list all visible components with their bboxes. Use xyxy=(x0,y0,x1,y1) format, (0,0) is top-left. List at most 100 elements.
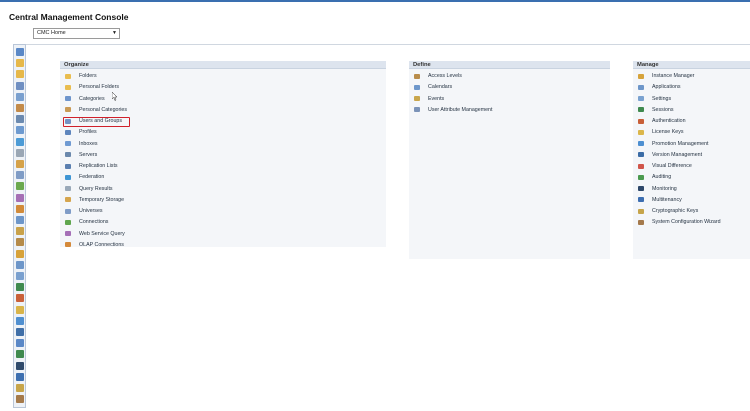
events-icon xyxy=(414,96,420,101)
link-auditing[interactable]: Auditing xyxy=(638,173,671,181)
link-authentication[interactable]: Authentication xyxy=(638,117,686,125)
link-label: Profiles xyxy=(79,129,97,136)
link-multitenancy[interactable]: Multitenancy xyxy=(638,196,682,204)
calendars-icon xyxy=(414,84,420,90)
key-icon[interactable] xyxy=(16,305,24,314)
version-icon[interactable] xyxy=(16,328,24,336)
link-label: Connections xyxy=(79,219,109,226)
olap-connections-icon xyxy=(65,242,71,248)
link-servers[interactable]: Servers xyxy=(65,151,97,159)
link-profiles[interactable]: Profiles xyxy=(65,128,97,136)
app-title: Central Management Console xyxy=(9,12,129,22)
monitoring-icon xyxy=(638,186,644,191)
folder-icon[interactable] xyxy=(16,59,24,68)
connections-icon xyxy=(65,219,71,225)
link-monitoring[interactable]: Monitoring xyxy=(638,185,677,193)
link-user-attribute-management[interactable]: User Attribute Management xyxy=(414,106,492,114)
visual-diff-icon[interactable] xyxy=(16,339,24,348)
universe-icon[interactable] xyxy=(16,171,24,180)
link-personal-folders[interactable]: Personal Folders xyxy=(65,83,119,91)
session-icon[interactable] xyxy=(16,283,24,292)
link-label: Calendars xyxy=(428,84,453,91)
link-label: Events xyxy=(428,95,445,102)
link-query-results[interactable]: Query Results xyxy=(65,185,113,193)
link-visual-difference[interactable]: Visual Difference xyxy=(638,162,692,170)
link-license-keys[interactable]: License Keys xyxy=(638,128,684,136)
event-icon[interactable] xyxy=(16,227,24,236)
link-inboxes[interactable]: Inboxes xyxy=(65,140,98,148)
link-temporary-storage[interactable]: Temporary Storage xyxy=(65,196,124,204)
link-label: Monitoring xyxy=(652,185,677,192)
chevron-down-icon: ▼ xyxy=(112,30,117,36)
link-events[interactable]: Events xyxy=(414,95,444,103)
wizard-icon[interactable] xyxy=(16,395,24,404)
mouse-cursor-icon xyxy=(112,92,118,101)
link-label: Servers xyxy=(79,151,98,158)
link-promotion-management[interactable]: Promotion Management xyxy=(638,140,709,148)
link-replication-lists[interactable]: Replication Lists xyxy=(65,162,118,170)
applications-icon xyxy=(638,84,644,90)
organize-panel: Organize Folders Personal Folders Categori… xyxy=(60,61,386,249)
visual-difference-icon xyxy=(638,163,644,169)
monitor-icon[interactable] xyxy=(16,361,24,370)
link-cryptographic-keys[interactable]: Cryptographic Keys xyxy=(638,207,698,215)
link-web-service-query[interactable]: Web Service Query xyxy=(65,230,125,238)
link-folders[interactable]: Folders xyxy=(65,72,97,80)
link-calendars[interactable]: Calendars xyxy=(414,83,452,91)
link-label: Multitenancy xyxy=(652,196,682,203)
servers-icon[interactable] xyxy=(16,115,24,124)
link-olap-connections[interactable]: OLAP Connections xyxy=(65,241,124,249)
multitenancy-icon[interactable] xyxy=(16,372,24,381)
inbox-icon[interactable] xyxy=(16,126,24,135)
link-connections[interactable]: Connections xyxy=(65,218,108,226)
link-personal-categories[interactable]: Personal Categories xyxy=(65,106,127,114)
link-label: Replication Lists xyxy=(79,163,118,169)
manage-panel-title: Manage xyxy=(633,61,750,69)
promotion-icon[interactable] xyxy=(16,316,24,325)
link-federation[interactable]: Federation xyxy=(65,173,104,181)
calendar-icon[interactable] xyxy=(16,216,24,224)
link-categories[interactable]: Categories xyxy=(65,95,105,103)
storage-icon[interactable] xyxy=(16,160,24,168)
profiles-icon xyxy=(65,129,71,135)
navigation-select[interactable]: CMC Home ▼ xyxy=(33,28,120,39)
link-label: Auditing xyxy=(652,174,672,181)
link-label: System Configuration Wizard xyxy=(652,219,721,226)
olap-icon[interactable] xyxy=(16,204,24,213)
link-label: Sessions xyxy=(652,106,674,113)
servers-icon xyxy=(65,152,71,158)
folder-icon[interactable] xyxy=(16,70,24,79)
federation-icon[interactable] xyxy=(16,137,24,146)
link-label: Inboxes xyxy=(79,140,98,147)
crypto-icon[interactable] xyxy=(16,384,24,392)
application-icon[interactable] xyxy=(16,260,24,269)
link-label: OLAP Connections xyxy=(79,241,124,248)
access-icon[interactable] xyxy=(16,238,24,247)
link-label: User Attribute Management xyxy=(428,106,493,113)
link-label: Personal Folders xyxy=(79,84,120,91)
inbox-icon xyxy=(65,141,71,146)
link-label: Personal Categories xyxy=(79,106,127,113)
settings-icon[interactable] xyxy=(16,272,24,280)
connection-icon[interactable] xyxy=(16,182,24,191)
link-applications[interactable]: Applications xyxy=(638,83,681,91)
link-label: Federation xyxy=(79,174,105,181)
users-icon[interactable] xyxy=(16,81,24,90)
web-service-icon[interactable] xyxy=(16,193,24,202)
link-label: Folders xyxy=(79,73,97,79)
link-access-levels[interactable]: Access Levels xyxy=(414,72,462,80)
instance-icon[interactable] xyxy=(16,249,24,258)
refresh-icon[interactable] xyxy=(16,48,24,56)
audit-icon[interactable] xyxy=(16,350,24,359)
link-system-configuration-wizard[interactable]: System Configuration Wizard xyxy=(638,218,721,226)
link-version-management[interactable]: Version Management xyxy=(638,151,702,159)
link-sessions[interactable]: Sessions xyxy=(638,106,674,114)
query-icon[interactable] xyxy=(16,148,24,157)
category-icon[interactable] xyxy=(16,92,24,101)
personal-folder-icon xyxy=(65,84,71,90)
link-universes[interactable]: Universes xyxy=(65,207,103,215)
link-settings[interactable]: Settings xyxy=(638,95,671,103)
auth-icon[interactable] xyxy=(16,294,24,303)
category-icon[interactable] xyxy=(16,104,24,112)
link-instance-manager[interactable]: Instance Manager xyxy=(638,72,694,80)
